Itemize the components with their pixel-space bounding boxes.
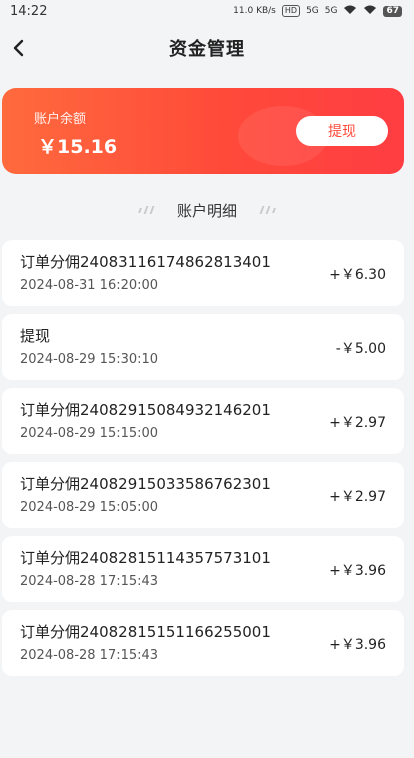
records-list: 订单分佣24083116174862813401 2024-08-31 16:2… [2, 240, 404, 684]
record-title: 订单分佣24082915084932146201 [20, 401, 271, 419]
record-time: 2024-08-29 15:05:00 [20, 500, 159, 515]
hd-icon: HD [281, 5, 301, 17]
record-time: 2024-08-31 16:20:00 [20, 278, 159, 293]
record-amount: +￥2.97 [329, 415, 386, 431]
record-amount: +￥2.97 [329, 489, 386, 505]
status-icons: 11.0 KB/s HD 5G 5G 67 [233, 5, 402, 18]
page-title: 资金管理 [169, 39, 245, 60]
record-title: 订单分佣24082915033586762301 [20, 475, 271, 493]
record-time: 2024-08-29 15:15:00 [20, 426, 159, 441]
record-amount: -￥5.00 [335, 341, 386, 357]
chevron-left-icon [13, 39, 24, 57]
list-item[interactable]: 订单分佣24082915084932146201 2024-08-29 15:1… [2, 388, 404, 454]
back-button[interactable] [0, 26, 36, 70]
list-item[interactable]: 订单分佣24082915033586762301 2024-08-29 15:0… [2, 462, 404, 528]
list-item[interactable]: 订单分佣24082815151166255001 2024-08-28 17:1… [2, 610, 404, 676]
record-amount: +￥6.30 [329, 267, 386, 283]
record-title: 订单分佣24083116174862813401 [20, 253, 271, 271]
battery-icon: 67 [383, 5, 402, 17]
record-title: 订单分佣24082815151166255001 [20, 623, 271, 641]
signal-5g-icon: 5G [306, 6, 319, 16]
balance-card: 账户余额 ￥15.16 提现 [2, 88, 404, 174]
record-time: 2024-08-28 17:15:43 [20, 648, 159, 663]
net-speed: 11.0 KB/s [233, 6, 276, 16]
decoration-right-icon [259, 206, 276, 214]
balance-label: 账户余额 [34, 112, 87, 127]
wifi-icon [343, 5, 357, 18]
nav-bar: 资金管理 [0, 26, 414, 70]
wifi-icon-2 [363, 5, 377, 18]
record-time: 2024-08-29 15:30:10 [20, 352, 159, 367]
status-bar: 14:22 11.0 KB/s HD 5G 5G 67 [0, 0, 414, 22]
decoration-left-icon [138, 206, 155, 214]
withdraw-button[interactable]: 提现 [296, 116, 388, 146]
record-amount: +￥3.96 [329, 637, 386, 653]
signal-5g-icon-2: 5G [324, 6, 338, 16]
list-item[interactable]: 提现 2024-08-29 15:30:10 -￥5.00 [2, 314, 404, 380]
balance-amount: ￥15.16 [38, 136, 118, 158]
record-amount: +￥3.96 [329, 563, 386, 579]
record-time: 2024-08-28 17:15:43 [20, 574, 159, 589]
record-title: 订单分佣24082815114357573101 [20, 549, 271, 567]
section-title: 账户明细 [176, 201, 237, 220]
section-header: 账户明细 [0, 198, 414, 222]
status-time: 14:22 [10, 3, 48, 19]
list-item[interactable]: 订单分佣24083116174862813401 2024-08-31 16:2… [2, 240, 404, 306]
list-item[interactable]: 订单分佣24082815114357573101 2024-08-28 17:1… [2, 536, 404, 602]
record-title: 提现 [20, 327, 51, 345]
